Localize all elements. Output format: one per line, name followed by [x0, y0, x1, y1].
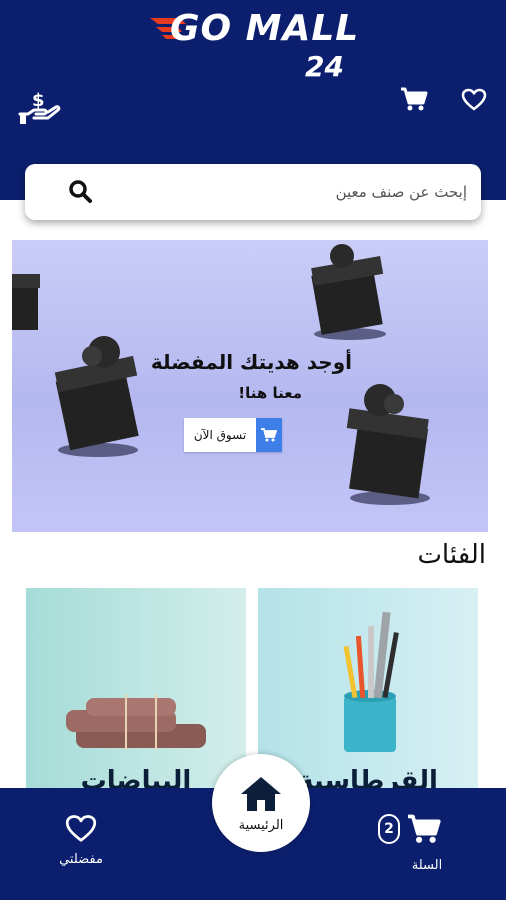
nav-favorites-label: مفضلتي: [59, 852, 103, 867]
gift-box-image: [311, 244, 386, 340]
categories-title: الفئات: [417, 540, 486, 570]
towels-image: [66, 694, 206, 750]
cart-icon-wrap: 2: [378, 810, 448, 850]
cart-count-badge: 2: [378, 814, 400, 844]
header-favorites-button[interactable]: [458, 84, 490, 116]
nav-home[interactable]: الرئيسية: [212, 754, 310, 852]
banner-title: أوجد هديتك المفضلة: [150, 350, 352, 374]
nav-cart[interactable]: 2 السلة: [378, 810, 448, 873]
header-cart-button[interactable]: [398, 84, 430, 116]
nav-favorites[interactable]: مفضلتي: [48, 814, 114, 867]
search-icon[interactable]: [67, 178, 95, 206]
heart-icon: [461, 88, 487, 111]
promo-banner[interactable]: أوجد هديتك المفضلة معنا هنا! تسوق الآن: [12, 240, 488, 532]
money-hand-button[interactable]: $: [18, 88, 62, 128]
gift-box-image: [54, 336, 139, 457]
cart-icon: [256, 418, 282, 452]
svg-text:$: $: [32, 90, 45, 111]
money-hand-icon: $: [18, 90, 61, 124]
cart-icon: [401, 87, 428, 111]
app-logo: GO MALL 24: [150, 8, 370, 90]
category-card-linens[interactable]: البياضات: [26, 588, 246, 798]
logo-main-text: GO MALL: [170, 8, 360, 49]
nav-cart-label: السلة: [411, 858, 443, 873]
cart-icon: [408, 814, 441, 843]
search-bar: [25, 164, 481, 220]
gift-box-image: [12, 274, 40, 330]
shop-now-label: تسوق الآن: [193, 428, 247, 442]
gift-box-image: [346, 384, 430, 505]
home-icon: [241, 776, 281, 811]
search-input[interactable]: [107, 174, 467, 210]
heart-icon: [65, 815, 97, 842]
nav-home-label: الرئيسية: [238, 817, 284, 833]
logo-text: GO MALL: [170, 8, 359, 49]
shop-now-button[interactable]: تسوق الآن: [184, 418, 282, 452]
stationery-image: [343, 611, 399, 752]
banner-subtitle: معنا هنا!: [238, 384, 302, 402]
logo-sub-text: 24: [305, 50, 344, 83]
